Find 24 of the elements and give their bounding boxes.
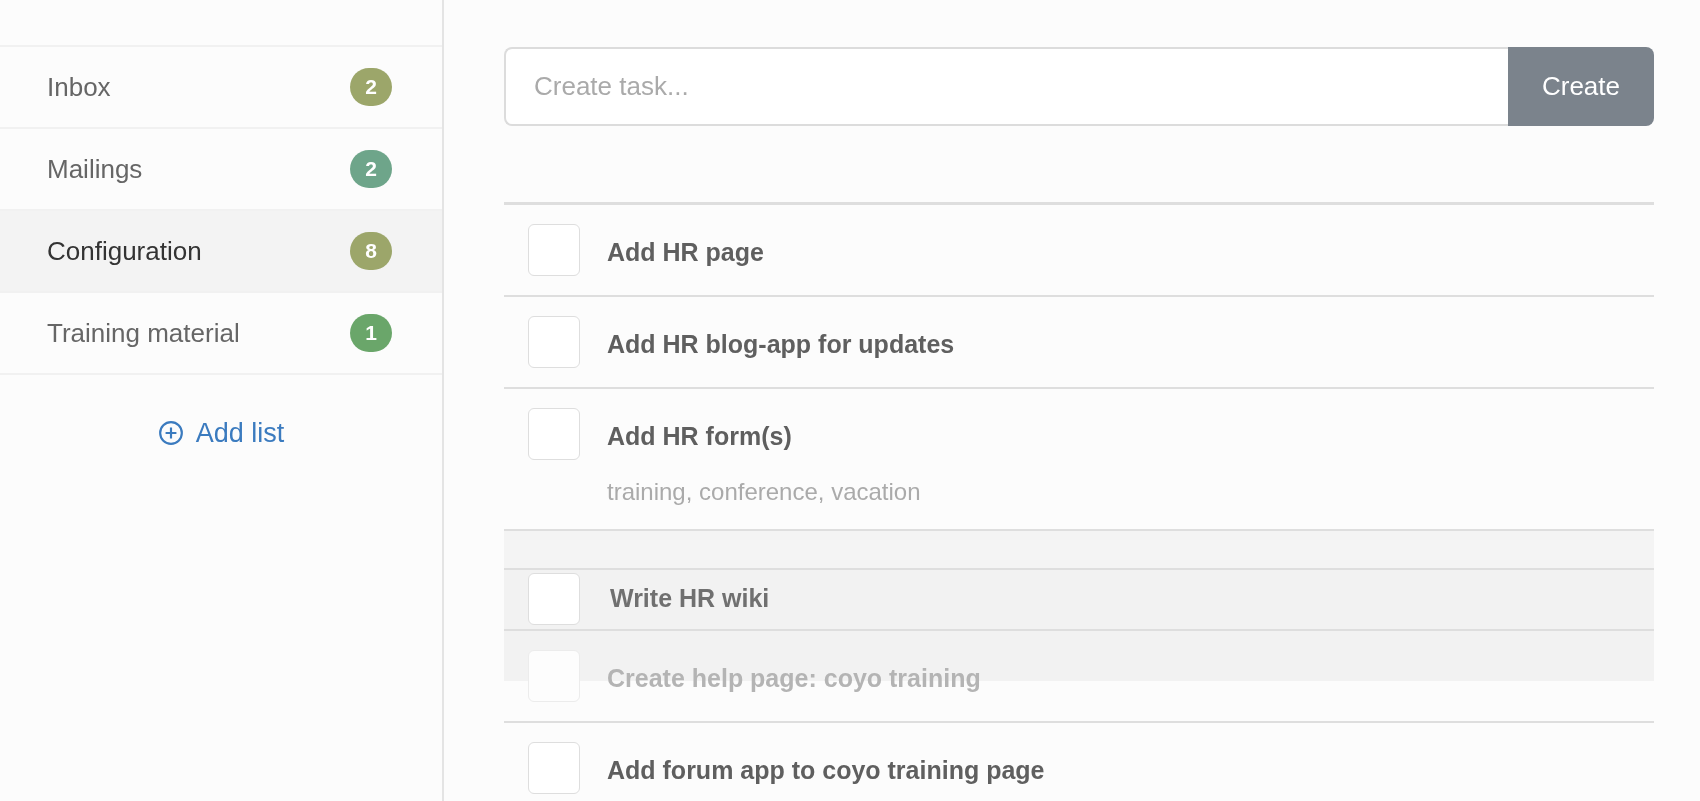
dragged-task[interactable]: Write HR wiki [504, 567, 1654, 629]
sidebar-item[interactable]: Training material 1 [0, 293, 442, 375]
count-badge: 1 [350, 314, 392, 352]
task-title: Write HR wiki [610, 583, 770, 615]
count-badge: 2 [350, 150, 392, 188]
sidebar-item[interactable]: Configuration 8 [0, 211, 442, 293]
task-note: training, conference, vacation [607, 476, 921, 507]
task-checkbox[interactable] [528, 573, 580, 625]
count-badge: 8 [350, 232, 392, 270]
task-checkbox[interactable] [528, 316, 580, 368]
task-title: Create help page: coyo training [607, 662, 981, 694]
task-title: Add HR form(s) [607, 421, 793, 452]
task-title: Add forum app to coyo training page [607, 754, 1045, 786]
task-checkbox[interactable] [528, 408, 580, 460]
task-checkbox[interactable] [528, 741, 580, 794]
add-list-button[interactable]: Add list [157, 413, 285, 454]
plus-circle-icon [157, 420, 184, 447]
task-input[interactable]: Create task... [504, 47, 1508, 126]
task-checkbox[interactable] [528, 224, 580, 276]
task-title: Add HR blog-app for updates [607, 329, 955, 360]
create-button[interactable]: Create [1508, 47, 1654, 126]
sidebar-item[interactable]: Inbox 2 [0, 47, 442, 129]
task-title: Add HR page [607, 237, 764, 268]
count-badge: 2 [350, 68, 392, 106]
